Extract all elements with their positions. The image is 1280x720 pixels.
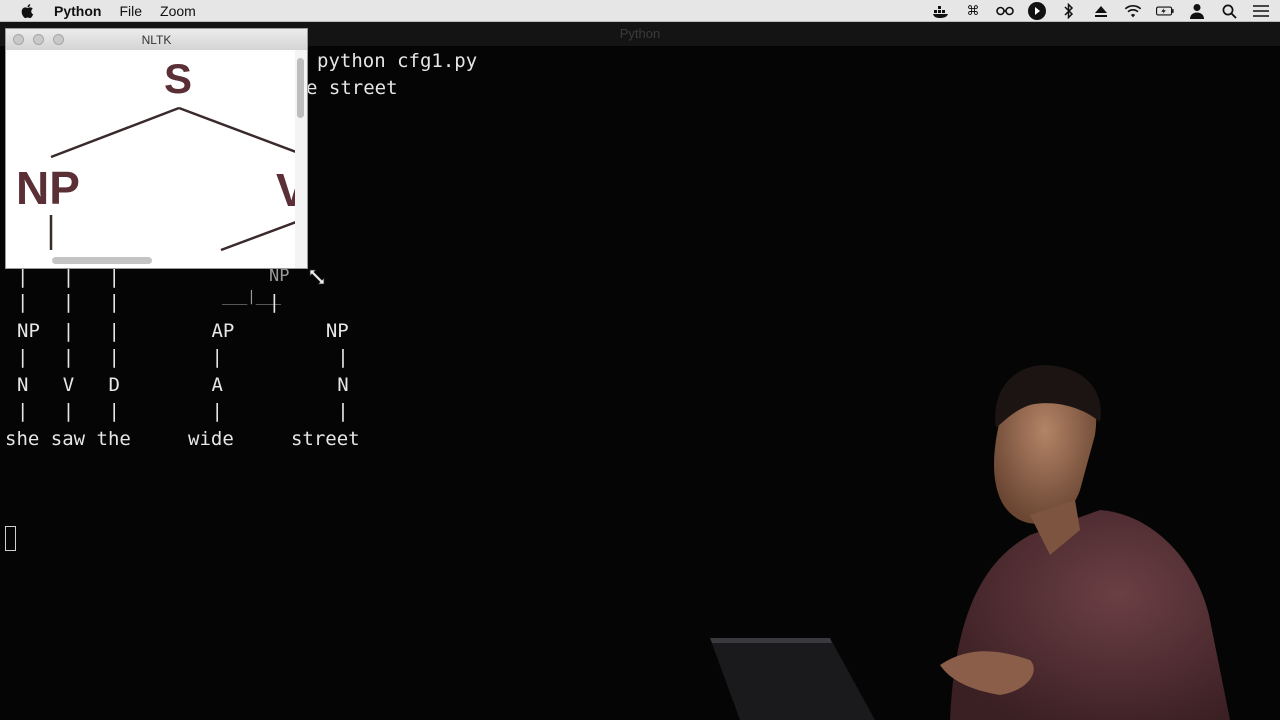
list-icon[interactable]: [1252, 3, 1270, 19]
eject-icon[interactable]: [1092, 3, 1110, 19]
tree-row: N V D A N: [17, 374, 349, 396]
play-icon[interactable]: [1028, 2, 1046, 20]
tree-canvas[interactable]: S NP V: [6, 50, 296, 268]
tree-pipes-top: | | |: [17, 266, 120, 288]
tree-node-vp-partial: V: [276, 167, 296, 213]
apple-menu-icon[interactable]: [20, 3, 36, 19]
menu-bar: Python File Zoom ⌘: [0, 0, 1280, 22]
wifi-icon[interactable]: [1124, 3, 1142, 19]
terminal-command: python cfg1.py: [317, 50, 478, 72]
user-icon[interactable]: [1188, 3, 1206, 19]
menu-file[interactable]: File: [119, 3, 142, 19]
tree-edges: [49, 106, 296, 252]
command-icon[interactable]: ⌘: [964, 3, 982, 19]
vertical-scroll-thumb[interactable]: [297, 58, 304, 118]
tree-row: | | | | |: [17, 346, 349, 368]
tree-row: | | | | |: [17, 400, 349, 422]
glasses-icon[interactable]: [996, 3, 1014, 19]
presenter-photo: [710, 365, 1230, 720]
tree-row: NP | | AP NP: [17, 320, 349, 342]
tree-row: | | | |: [17, 291, 281, 313]
terminal-input-fragment: e street: [306, 77, 398, 99]
horizontal-scroll-thumb[interactable]: [52, 257, 152, 264]
terminal-cursor: [5, 526, 16, 551]
resize-cursor-icon: [309, 269, 325, 285]
vertical-scrollbar[interactable]: [295, 50, 307, 268]
edge-s-np: [50, 106, 180, 159]
edge-s-vp: [178, 106, 296, 154]
docker-icon[interactable]: [932, 3, 950, 19]
battery-icon[interactable]: [1156, 3, 1174, 19]
tree-leaves: she saw the wide street: [5, 428, 360, 450]
menu-app-python[interactable]: Python: [54, 3, 101, 19]
status-area: ⌘: [932, 0, 1270, 22]
tree-node-np: NP: [16, 162, 80, 214]
tree-node-np: NP: [269, 266, 290, 286]
bluetooth-icon[interactable]: [1060, 3, 1078, 19]
nltk-window-title: NLTK: [141, 33, 172, 47]
edge-vp-child: [220, 220, 296, 252]
menu-zoom[interactable]: Zoom: [160, 3, 196, 19]
tree-node-s: S: [164, 55, 193, 102]
search-icon[interactable]: [1220, 3, 1238, 19]
nltk-window: NLTK S NP V: [5, 28, 308, 269]
nltk-titlebar[interactable]: NLTK: [6, 29, 307, 51]
